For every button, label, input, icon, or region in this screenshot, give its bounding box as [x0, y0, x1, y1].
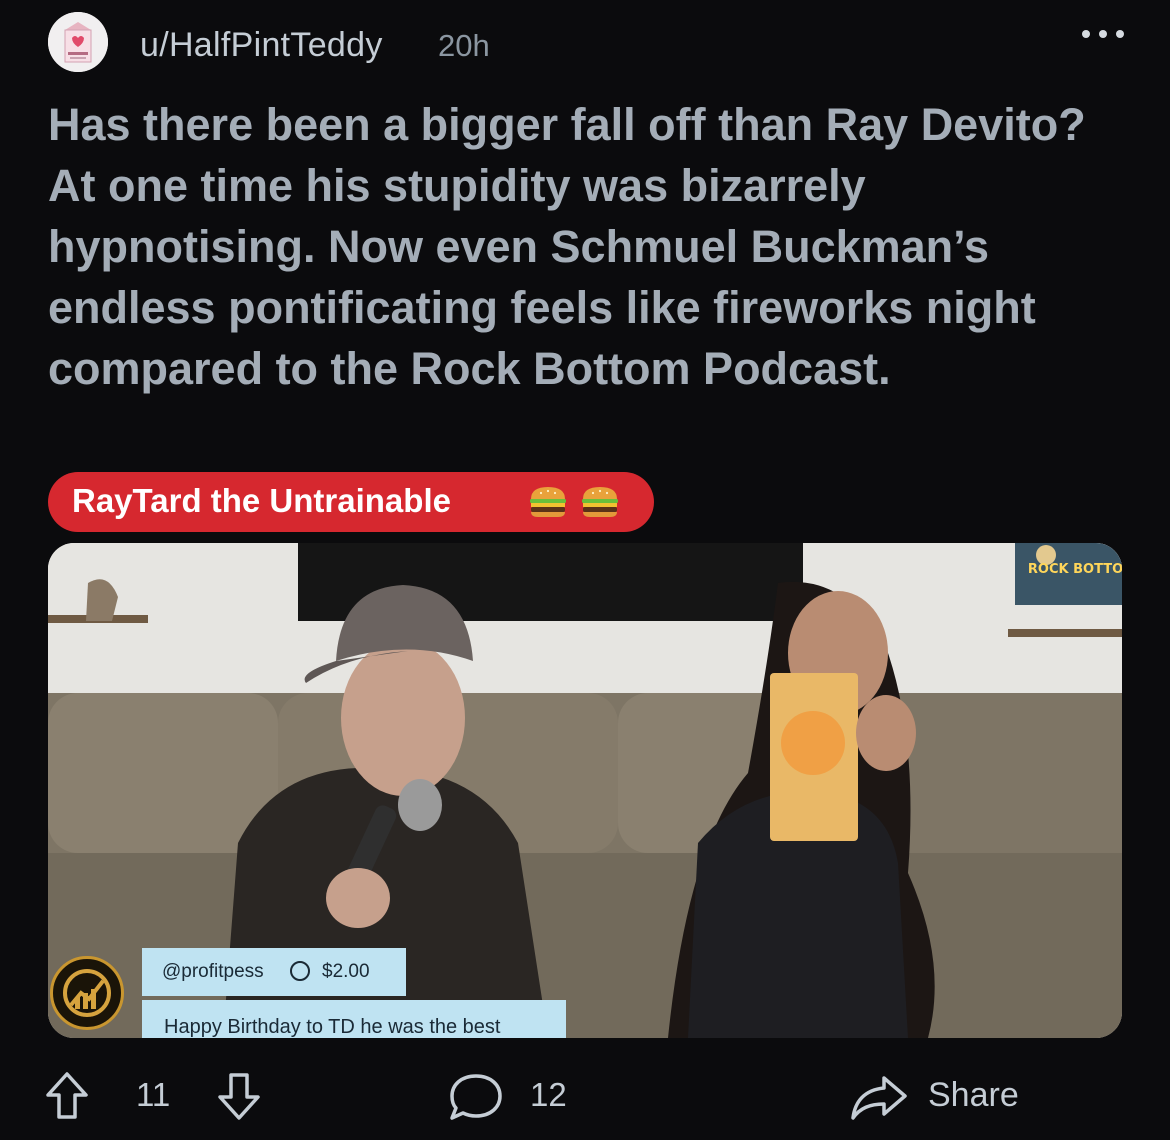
donation-message-box: Happy Birthday to TD he was the best [142, 1000, 566, 1038]
milk-carton-avatar-icon [48, 12, 108, 72]
post-author[interactable]: u/HalfPintTeddy [140, 26, 383, 65]
share-button[interactable]: Share [928, 1076, 1019, 1115]
more-options-icon[interactable] [1078, 24, 1128, 44]
post-title[interactable]: Has there been a bigger fall off than Ra… [48, 94, 1098, 399]
post-flair[interactable]: RayTard the Untrainable [48, 472, 654, 532]
comment-icon[interactable] [446, 1070, 506, 1124]
share-icon[interactable] [848, 1072, 910, 1124]
flair-label: RayTard the Untrainable [72, 482, 451, 519]
hamburger-icon [530, 487, 566, 517]
post-age: 20h [438, 28, 490, 63]
donor-handle: @profitpess [162, 961, 264, 982]
show-logo: ROCK BOTTOM [1028, 562, 1122, 577]
downvote-icon[interactable] [216, 1070, 262, 1122]
upvote-icon[interactable] [44, 1070, 90, 1122]
post-header: u/HalfPintTeddy 20h [48, 12, 1128, 76]
verified-icon [290, 961, 310, 981]
post-media-video[interactable]: ROCK BOTTOM @profitpess $2.00 Happy Birt… [48, 543, 1122, 1038]
hamburger-icon [582, 487, 618, 517]
donation-header: @profitpess $2.00 [142, 948, 406, 996]
donation-overlay: @profitpess $2.00 Happy Birthday to TD h… [48, 948, 568, 1038]
donation-message: Happy Birthday to TD he was the best [164, 1016, 501, 1038]
donation-amount: $2.00 [322, 961, 370, 982]
channel-logo-icon [50, 956, 124, 1030]
comment-count: 12 [530, 1076, 567, 1113]
user-avatar[interactable] [48, 12, 108, 72]
vote-count: 11 [136, 1076, 171, 1113]
post-action-bar: 11 12 Share [0, 1050, 1170, 1140]
